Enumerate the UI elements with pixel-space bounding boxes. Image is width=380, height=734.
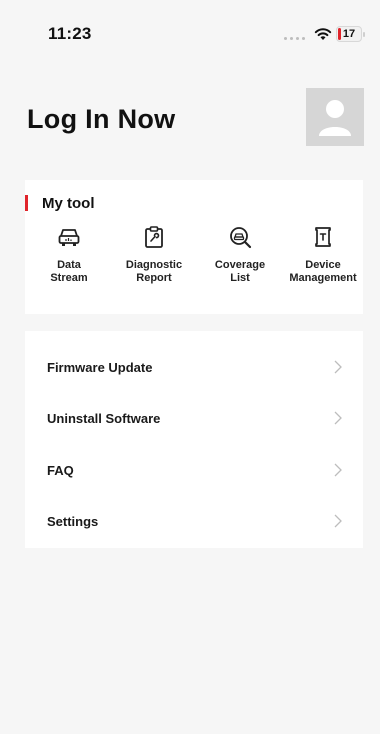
menu-item-firmware-update[interactable]: Firmware Update: [25, 347, 363, 387]
battery-level: 17: [342, 28, 356, 40]
tool-label-line1: Device: [305, 259, 341, 271]
menu-item-label: Uninstall Software: [47, 410, 161, 426]
tool-label-line2: Report: [136, 272, 172, 284]
menu-item-uninstall-software[interactable]: Uninstall Software: [25, 398, 363, 438]
tool-coverage-list[interactable]: Coverage List: [197, 225, 283, 285]
my-tool-header: My tool: [25, 194, 95, 212]
my-tool-card: My tool Data Stream Diagnostic Report Co…: [25, 180, 363, 314]
tool-label-line2: Management: [289, 272, 357, 284]
tool-grid: Data Stream Diagnostic Report Coverage L…: [25, 225, 363, 305]
menu-item-faq[interactable]: FAQ: [25, 450, 363, 490]
search-car-icon: [230, 227, 252, 249]
menu-item-label: Settings: [47, 513, 99, 529]
menu-card: Firmware Update Uninstall Software FAQ S…: [25, 331, 363, 548]
tool-device-management[interactable]: Device Management: [280, 225, 366, 285]
tool-label-line1: Data: [57, 259, 81, 271]
battery-icon: 17: [336, 26, 365, 42]
wifi-icon: [314, 28, 332, 40]
report-clipboard-icon: [145, 226, 163, 248]
menu-item-label: Firmware Update: [47, 359, 153, 375]
accent-bar: [25, 195, 28, 211]
user-placeholder-icon: [319, 100, 351, 136]
device-icon: [315, 227, 331, 247]
menu-item-settings[interactable]: Settings: [25, 501, 363, 541]
chevron-right-icon: [334, 411, 342, 425]
chevron-right-icon: [334, 463, 342, 477]
chevron-right-icon: [334, 360, 342, 374]
status-time: 11:23: [48, 24, 92, 43]
tool-data-stream[interactable]: Data Stream: [26, 225, 112, 285]
status-bar: 11:23 17: [0, 0, 380, 70]
avatar[interactable]: [306, 88, 364, 146]
tool-label-line2: Stream: [50, 272, 88, 284]
tool-diagnostic-report[interactable]: Diagnostic Report: [111, 225, 197, 285]
my-tool-title: My tool: [42, 194, 95, 212]
menu-item-label: FAQ: [47, 462, 74, 478]
login-title[interactable]: Log In Now: [27, 104, 175, 135]
tool-label-line2: List: [230, 272, 250, 284]
car-data-icon: [58, 229, 80, 246]
chevron-right-icon: [334, 514, 342, 528]
tool-label-line1: Diagnostic: [125, 259, 183, 271]
tool-label-line1: Coverage: [214, 259, 266, 271]
cellular-signal-icon: [284, 37, 310, 41]
